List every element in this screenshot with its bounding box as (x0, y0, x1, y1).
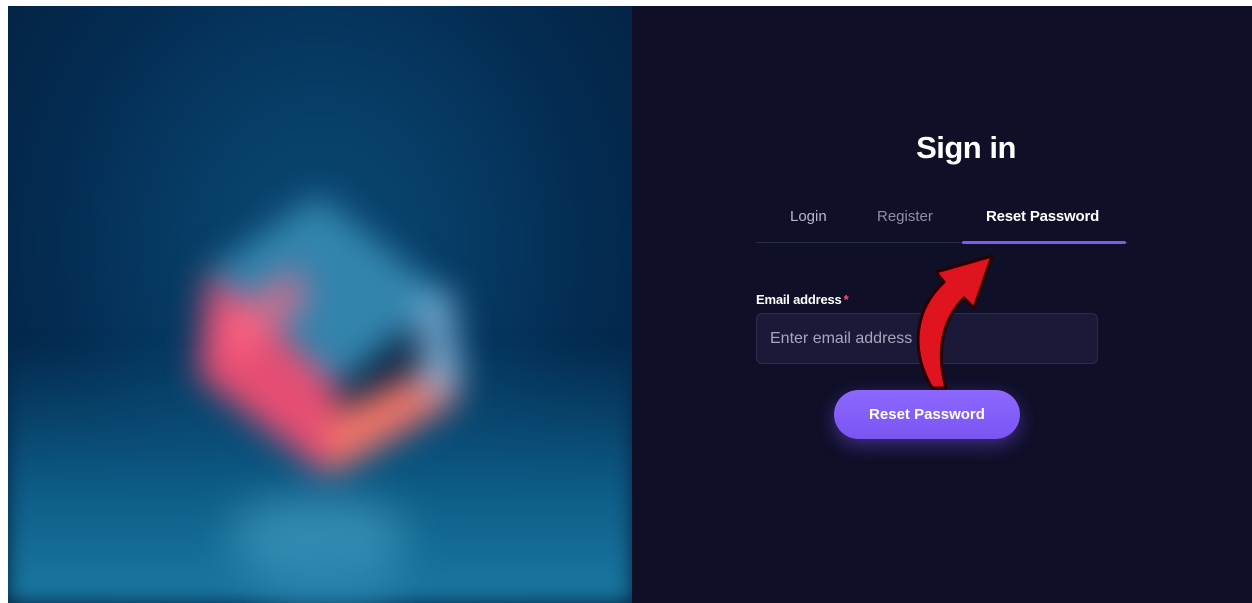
app-frame: Sign in Login Register Reset Password Em… (8, 6, 1252, 603)
tab-register[interactable]: Register (877, 208, 933, 225)
active-tab-indicator (962, 241, 1126, 244)
required-marker: * (843, 292, 849, 307)
email-field[interactable] (756, 313, 1098, 364)
cube-reflection (228, 496, 408, 603)
tab-login[interactable]: Login (790, 208, 827, 225)
hero-image (8, 6, 632, 603)
page-title: Sign in (916, 130, 1016, 165)
tab-reset-password[interactable]: Reset Password (986, 208, 1099, 225)
email-label: Email address * (756, 292, 849, 307)
reset-password-button[interactable]: Reset Password (834, 390, 1020, 439)
sign-in-panel: Sign in Login Register Reset Password Em… (632, 6, 1252, 603)
email-label-text: Email address (756, 292, 842, 307)
blurred-cube-illustration (198, 196, 463, 476)
auth-tabs: Login Register Reset Password (756, 202, 1128, 244)
